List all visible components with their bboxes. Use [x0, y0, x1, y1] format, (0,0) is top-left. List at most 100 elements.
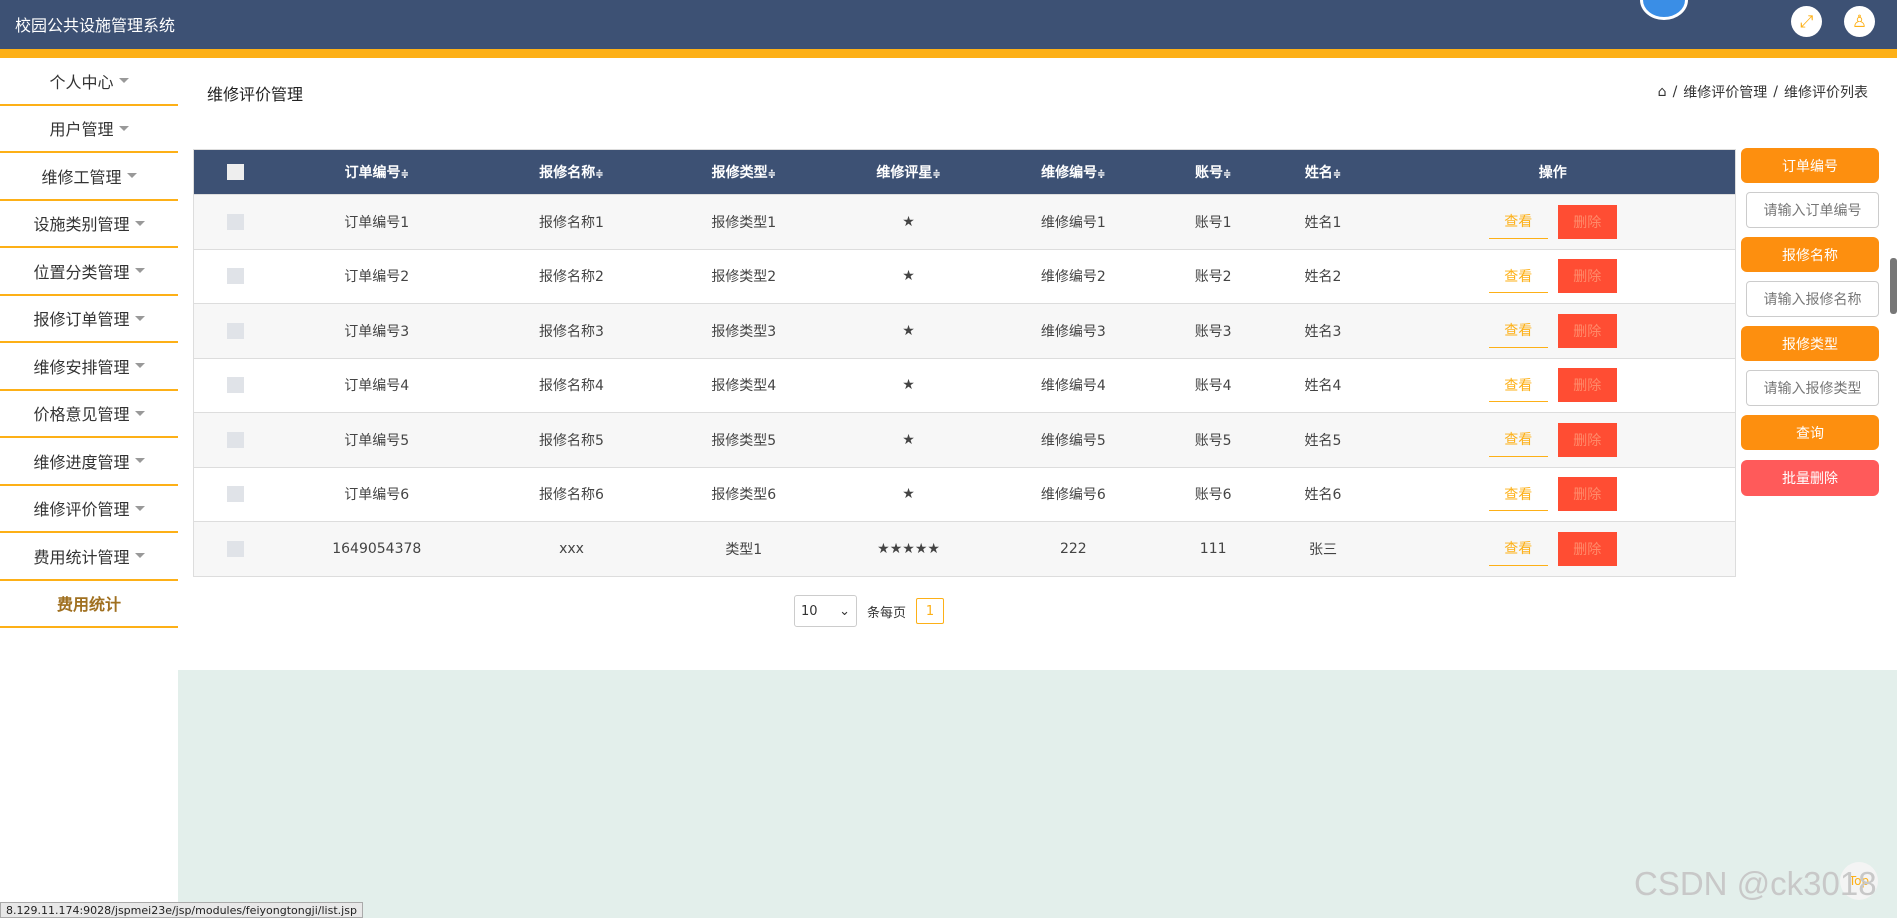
header-order-no[interactable]: 订单编号≑	[277, 162, 477, 182]
sidebar-item[interactable]: 位置分类管理	[0, 248, 178, 296]
sidebar-item[interactable]: 费用统计管理	[0, 533, 178, 581]
sidebar-item[interactable]: 维修评价管理	[0, 486, 178, 533]
repair-type-input[interactable]: 请输入报修类型	[1746, 370, 1879, 406]
select-all-checkbox[interactable]	[194, 164, 277, 180]
sidebar-item[interactable]: 设施类别管理	[0, 201, 178, 248]
fullscreen-icon[interactable]: ⤢	[1791, 6, 1822, 37]
sidebar-item[interactable]: 用户管理	[0, 106, 178, 153]
header-rating[interactable]: 维修评星≑	[821, 162, 996, 182]
header-repair-name[interactable]: 报修名称≑	[477, 162, 667, 182]
row-checkbox[interactable]	[194, 322, 277, 339]
cell-repair-name: 报修名称3	[539, 323, 604, 340]
cell-repair-name: 报修名称1	[539, 214, 604, 231]
row-checkbox[interactable]	[194, 268, 277, 285]
sidebar-item[interactable]: 维修安排管理	[0, 343, 178, 391]
cell-rating: ★	[902, 268, 915, 285]
order-no-input[interactable]: 请输入订单编号	[1746, 192, 1879, 228]
sidebar-item-label: 费用统计管理	[33, 547, 130, 567]
accent-divider	[0, 49, 1897, 58]
cell-order-no: 订单编号6	[344, 487, 410, 504]
row-checkbox[interactable]	[194, 431, 277, 448]
delete-button[interactable]: 删除	[1557, 313, 1617, 348]
sidebar-item[interactable]: 维修工管理	[0, 153, 178, 201]
cell-rating: ★	[902, 322, 915, 339]
table-body: 订单编号1 报修名称1 报修类型1 ★ 维修编号1 账号1 姓名1 查看 删除 订单编号2 报修名称…	[194, 194, 1735, 576]
cell-name: 姓名2	[1304, 269, 1342, 286]
sidebar-item-label: 位置分类管理	[33, 262, 130, 282]
row-checkbox[interactable]	[194, 213, 277, 230]
breadcrumb-level1[interactable]: 维修评价管理	[1683, 82, 1767, 102]
cell-repair-type: 报修类型1	[711, 214, 777, 231]
query-button[interactable]: 查询	[1741, 415, 1879, 450]
sidebar: 个人中心 用户管理维修工管理设施类别管理 位置分类管理报修订单管理 维修安排管理 价格意…	[0, 58, 178, 918]
view-button[interactable]: 查看	[1488, 314, 1548, 348]
view-button[interactable]: 查看	[1488, 423, 1548, 457]
repair-name-input[interactable]: 请输入报修名称	[1746, 281, 1879, 317]
delete-button[interactable]: 删除	[1557, 531, 1617, 566]
cell-name: 姓名3	[1304, 323, 1342, 340]
user-icon[interactable]: ♙	[1844, 6, 1875, 37]
view-button[interactable]: 查看	[1488, 532, 1548, 566]
view-button[interactable]: 查看	[1488, 259, 1548, 294]
cell-order-no: 订单编号5	[344, 432, 410, 449]
caret-down-icon	[134, 410, 145, 416]
avatar[interactable]	[1640, 0, 1688, 20]
row-checkbox[interactable]	[194, 377, 277, 394]
cell-repair-no: 维修编号1	[1040, 214, 1106, 231]
breadcrumb-separator: /	[1672, 84, 1678, 100]
header-actions: 操作	[1538, 165, 1567, 181]
order-no-label: 订单编号	[1741, 148, 1879, 183]
caret-down-icon	[134, 553, 145, 559]
row-actions: 查看 删除	[1370, 313, 1735, 348]
row-checkbox[interactable]	[194, 540, 277, 557]
search-panel: 订单编号 请输入订单编号 报修名称 请输入报修名称 报修类型 请输入报修类型 查…	[1741, 148, 1879, 496]
caret-down-icon	[134, 220, 145, 226]
cell-name: 张三	[1309, 541, 1338, 558]
view-button[interactable]: 查看	[1488, 477, 1548, 512]
row-actions: 查看 删除	[1370, 422, 1735, 457]
view-button[interactable]: 查看	[1488, 205, 1548, 239]
cell-repair-no: 维修编号4	[1040, 378, 1106, 395]
view-button[interactable]: 查看	[1488, 368, 1548, 403]
cell-account: 账号2	[1194, 269, 1232, 286]
cell-repair-type: 类型1	[725, 541, 763, 558]
sidebar-item[interactable]: 维修进度管理	[0, 438, 178, 486]
cell-account: 账号6	[1194, 487, 1232, 504]
home-icon[interactable]: ⌂	[1658, 84, 1667, 100]
sidebar-item[interactable]: 费用统计	[0, 581, 178, 628]
delete-button[interactable]: 删除	[1557, 259, 1617, 294]
header-name[interactable]: 姓名≑	[1276, 162, 1371, 182]
cell-repair-type: 报修类型5	[711, 432, 777, 449]
cell-order-no: 订单编号2	[344, 269, 410, 286]
sidebar-item[interactable]: 报修订单管理	[0, 296, 178, 343]
delete-button[interactable]: 删除	[1557, 477, 1617, 512]
row-actions: 查看 删除	[1370, 477, 1735, 512]
header-account[interactable]: 账号≑	[1151, 162, 1276, 182]
top-bar: 校园公共设施管理系统 ⤢ ♙	[0, 0, 1897, 58]
cell-name: 姓名6	[1304, 487, 1342, 504]
sidebar-item[interactable]: 价格意见管理	[0, 391, 178, 438]
cell-repair-no: 222	[1059, 540, 1087, 557]
header-repair-no[interactable]: 维修编号≑	[996, 162, 1151, 182]
caret-down-icon	[118, 125, 129, 131]
sidebar-item[interactable]: 个人中心	[0, 58, 178, 106]
table-row: 订单编号3 报修名称3 报修类型3 ★ 维修编号3 账号3 姓名3 查看 删除	[194, 303, 1735, 358]
cell-repair-name: 报修名称2	[539, 269, 604, 286]
header-repair-type[interactable]: 报修类型≑	[666, 162, 821, 182]
page-size-select[interactable]: 10 ⌄	[794, 595, 857, 627]
row-actions: 查看 删除	[1370, 531, 1735, 566]
sidebar-item-label: 设施类别管理	[33, 215, 130, 235]
scrollbar[interactable]	[1890, 258, 1897, 314]
delete-button[interactable]: 删除	[1557, 368, 1617, 403]
delete-button[interactable]: 删除	[1557, 204, 1617, 239]
page-number[interactable]: 1	[916, 598, 945, 624]
sidebar-item-label: 维修工管理	[41, 167, 122, 187]
row-checkbox[interactable]	[194, 486, 277, 503]
delete-button[interactable]: 删除	[1557, 422, 1617, 457]
cell-account: 账号4	[1194, 378, 1232, 395]
cell-account: 账号3	[1194, 323, 1232, 340]
table-row: 订单编号1 报修名称1 报修类型1 ★ 维修编号1 账号1 姓名1 查看 删除	[194, 194, 1735, 249]
batch-delete-button[interactable]: 批量删除	[1741, 460, 1879, 496]
repair-type-label: 报修类型	[1741, 326, 1879, 361]
caret-down-icon	[126, 173, 137, 179]
